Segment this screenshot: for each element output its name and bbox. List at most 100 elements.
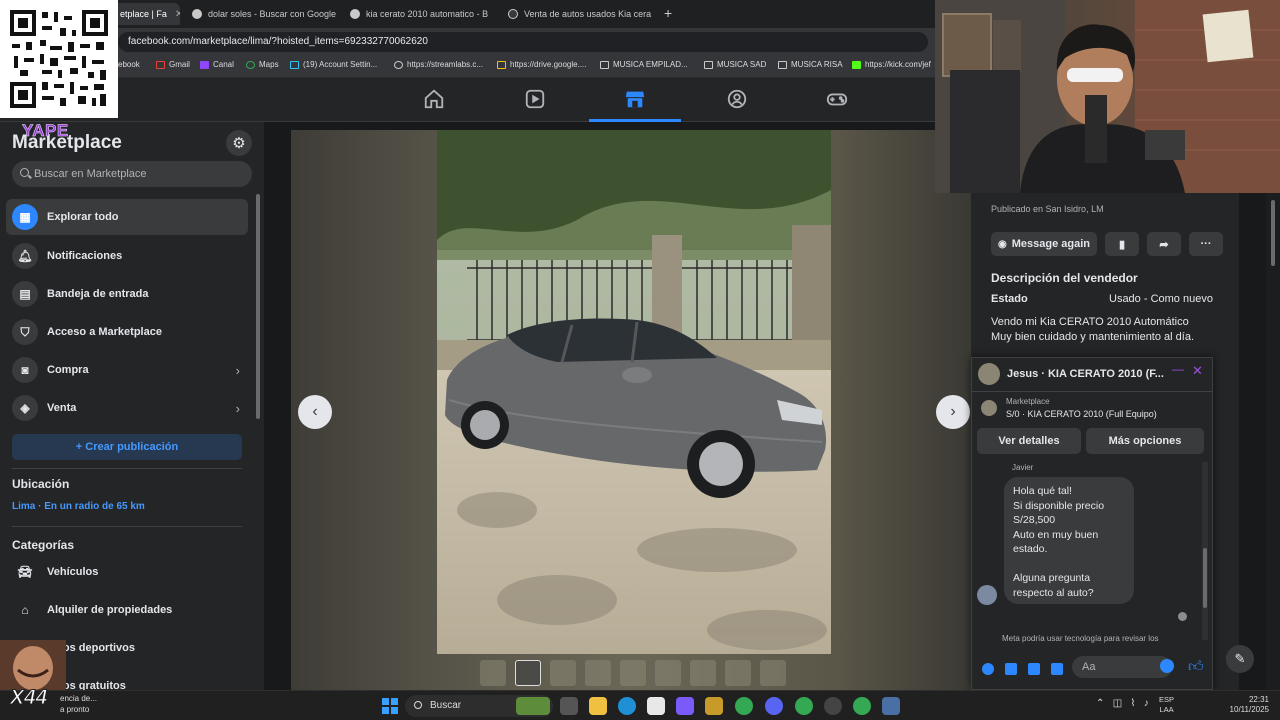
tab-google[interactable]: dolar soles - Buscar con Google✕	[186, 3, 338, 25]
previous-photo-button[interactable]: ‹	[298, 395, 332, 429]
bookmark-kick[interactable]: https://kick.com/jef	[852, 60, 931, 69]
sidebar-item-notificaciones[interactable]: 🔔︎ Notificaciones	[6, 238, 248, 274]
tab-facebook[interactable]: etplace | Fa ✕	[114, 3, 180, 25]
thumbs-up-icon[interactable]: 👍︎	[1188, 658, 1204, 676]
photo-thumbnail[interactable]	[550, 660, 576, 686]
chat-title[interactable]: Jesus · KIA CERATO 2010 (F...	[1007, 368, 1164, 380]
photo-thumbnail[interactable]	[620, 660, 646, 686]
page-scrollbar-thumb[interactable]	[1271, 200, 1275, 266]
photo-thumbnail[interactable]	[760, 660, 786, 686]
active-tab-indicator	[589, 119, 681, 122]
discord-icon[interactable]	[765, 697, 783, 715]
close-icon[interactable]: ✕	[651, 9, 654, 20]
tab-google-kia[interactable]: kia cerato 2010 automatico - B✕	[344, 3, 496, 25]
notification-line: encia de...	[60, 694, 97, 703]
chrome-icon[interactable]	[795, 697, 813, 715]
sidebar-item-bandeja[interactable]: ▤ Bandeja de entrada	[6, 276, 248, 312]
photo-thumbnail[interactable]	[655, 660, 681, 686]
close-icon[interactable]: ✕	[336, 9, 338, 20]
folder-icon	[704, 60, 713, 69]
save-button[interactable]: ▮	[1105, 232, 1139, 256]
new-tab-icon[interactable]: +	[664, 5, 672, 21]
gif-icon[interactable]	[1051, 663, 1063, 675]
sidebar-item-compra[interactable]: ◙ Compra ›	[6, 352, 248, 388]
file-explorer-icon[interactable]	[589, 697, 607, 715]
widgets-icon[interactable]	[516, 697, 550, 715]
chrome-icon[interactable]	[735, 697, 753, 715]
photo-icon[interactable]	[1005, 663, 1017, 675]
page-scrollbar-track[interactable]	[1266, 193, 1280, 690]
chrome-icon[interactable]	[853, 697, 871, 715]
share-button[interactable]: ➦	[1147, 232, 1181, 256]
more-options-button[interactable]: ···	[1189, 232, 1223, 256]
category-vehiculos[interactable]: 🚘︎ Vehículos	[6, 554, 248, 590]
bookmark-gmail[interactable]: Gmail	[156, 60, 190, 69]
bookmark-maps[interactable]: Maps	[246, 60, 279, 69]
site-icon	[508, 9, 518, 19]
video-icon[interactable]	[524, 88, 546, 110]
home-icon[interactable]	[423, 88, 445, 110]
new-message-button[interactable]: ✎	[1226, 645, 1254, 673]
sticker-icon[interactable]	[1028, 663, 1040, 675]
bookmark-account[interactable]: (19) Account Settin...	[290, 60, 377, 69]
gaming-icon[interactable]	[826, 88, 848, 110]
groups-icon[interactable]	[726, 88, 748, 110]
message-again-button[interactable]: ◉ Message again	[991, 232, 1097, 256]
task-view-icon[interactable]	[560, 697, 578, 715]
avatar[interactable]	[978, 363, 1000, 385]
sidebar-item-explorar[interactable]: ▦ Explorar todo	[6, 199, 248, 235]
bookmark-folder-risa[interactable]: MUSICA RISA	[778, 60, 843, 69]
app-icon[interactable]	[676, 697, 694, 715]
system-tray[interactable]: ⌃ ◫ ⌇ ♪	[1096, 698, 1149, 709]
sidebar-scrollbar[interactable]	[256, 194, 260, 419]
category-alquiler[interactable]: ⌂ Alquiler de propiedades	[6, 592, 248, 628]
chat-scrollbar-thumb[interactable]	[1203, 548, 1207, 608]
shopping-bag-icon: ◙	[12, 357, 38, 383]
photo-thumbnail[interactable]	[515, 660, 541, 686]
close-icon[interactable]: ✕	[167, 9, 180, 20]
bookmark-drive[interactable]: https://drive.google....	[497, 60, 587, 69]
photo-thumbnail[interactable]	[480, 660, 506, 686]
tab-autos[interactable]: Venta de autos usados Kia cera✕	[502, 3, 654, 25]
bookmark-canal[interactable]: Canal	[200, 60, 234, 69]
obs-icon[interactable]	[824, 697, 842, 715]
app-icon[interactable]	[705, 697, 723, 715]
emoji-icon[interactable]	[1160, 659, 1174, 673]
car-photo	[437, 130, 831, 654]
create-listing-button[interactable]: + Crear publicación	[12, 434, 242, 460]
edge-icon[interactable]	[618, 697, 636, 715]
minimize-icon[interactable]: —	[1172, 362, 1184, 376]
photo-thumbnail[interactable]	[725, 660, 751, 686]
url-field[interactable]: facebook.com/marketplace/lima/?hoisted_i…	[118, 32, 928, 52]
bookmark-folder-empilad[interactable]: MUSICA EMPILAD...	[600, 60, 688, 69]
sidebar-item-label: Acceso a Marketplace	[47, 326, 162, 338]
next-photo-button[interactable]: ›	[936, 395, 970, 429]
search-input[interactable]: Buscar en Marketplace	[12, 161, 252, 187]
bookmark-streamlabs[interactable]: https://streamlabs.c...	[394, 60, 483, 69]
calculator-icon[interactable]	[882, 697, 900, 715]
photo-thumbnail[interactable]	[690, 660, 716, 686]
close-icon[interactable]: ✕	[1192, 363, 1203, 379]
seen-indicator	[1178, 612, 1187, 621]
compose-icon: ✎	[1234, 651, 1246, 666]
bookmark-facebook[interactable]: ebook	[118, 60, 140, 69]
message-input[interactable]: Aa	[1072, 656, 1172, 678]
gear-icon[interactable]: ⚙	[226, 130, 252, 156]
tab-title: etplace | Fa	[120, 9, 167, 19]
view-details-button[interactable]: Ver detalles	[977, 428, 1081, 454]
windows-start-icon[interactable]	[382, 698, 398, 714]
microphone-icon[interactable]	[982, 663, 994, 675]
more-options-chat-button[interactable]: Más opciones	[1086, 428, 1204, 454]
photo-thumbnail[interactable]	[585, 660, 611, 686]
sidebar-item-venta[interactable]: ◈ Venta ›	[6, 390, 248, 426]
bookmark-folder-sad[interactable]: MUSICA SAD	[704, 60, 766, 69]
close-icon[interactable]: ✕	[488, 9, 496, 20]
store-icon[interactable]	[647, 697, 665, 715]
sidebar-item-acceso[interactable]: ⛉ Acceso a Marketplace	[6, 314, 248, 350]
clock[interactable]: 22:31 10/11/2025	[1221, 695, 1269, 715]
shield-icon: ⛉	[12, 319, 38, 345]
language-indicator[interactable]: ESP LAA	[1159, 695, 1174, 715]
location-link[interactable]: Lima · En un radio de 65 km	[12, 501, 145, 512]
message-line: Hola qué tal!	[1013, 485, 1072, 497]
marketplace-icon[interactable]	[624, 88, 646, 110]
